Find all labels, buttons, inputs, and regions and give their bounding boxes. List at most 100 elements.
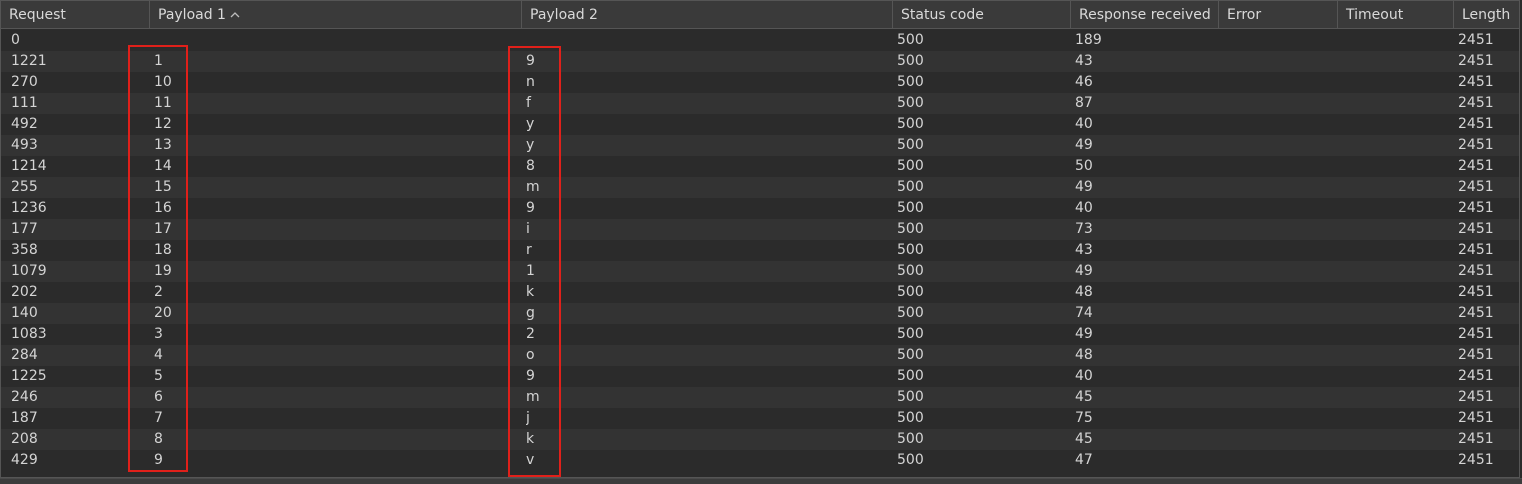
table-row[interactable]: 1214 14 8 500 50 2451 [1, 156, 1519, 177]
cell-length: 2451 [1458, 242, 1494, 258]
cell-status: 500 [897, 284, 924, 300]
cell-length: 2451 [1458, 179, 1494, 195]
table-row[interactable]: 284 4 o 500 48 2451 [1, 345, 1519, 366]
cell-error [1223, 303, 1333, 324]
cell-payload2: n [526, 74, 535, 90]
cell-request: 0 [11, 32, 20, 48]
cell-timeout [1342, 72, 1447, 93]
cell-error [1223, 450, 1333, 471]
cell-payload2: k [526, 284, 535, 300]
column-header-label: Length [1462, 7, 1511, 23]
cell-payload2: m [526, 389, 540, 405]
table-row[interactable]: 1236 16 9 500 40 2451 [1, 198, 1519, 219]
cell-timeout [1342, 135, 1447, 156]
table-row[interactable]: 429 9 v 500 47 2451 [1, 450, 1519, 471]
cell-request: 358 [11, 242, 38, 258]
table-row[interactable]: 1225 5 9 500 40 2451 [1, 366, 1519, 387]
cell-payload1: 3 [154, 326, 163, 342]
cell-payload2 [526, 30, 886, 51]
column-header-request[interactable]: Request [1, 1, 150, 28]
cell-error [1223, 177, 1333, 198]
cell-response: 47 [1075, 452, 1093, 468]
cell-status: 500 [897, 221, 924, 237]
cell-status: 500 [897, 137, 924, 153]
cell-error [1223, 72, 1333, 93]
cell-response: 49 [1075, 179, 1093, 195]
cell-length: 2451 [1458, 158, 1494, 174]
cell-timeout [1342, 387, 1447, 408]
cell-status: 500 [897, 158, 924, 174]
cell-request: 284 [11, 347, 38, 363]
cell-request: 1083 [11, 326, 47, 342]
table-row[interactable]: 177 17 i 500 73 2451 [1, 219, 1519, 240]
cell-status: 500 [897, 305, 924, 321]
cell-length: 2451 [1458, 95, 1494, 111]
cell-status: 500 [897, 32, 924, 48]
table-row[interactable]: 208 8 k 500 45 2451 [1, 429, 1519, 450]
cell-response: 75 [1075, 410, 1093, 426]
table-row[interactable]: 1221 1 9 500 43 2451 [1, 51, 1519, 72]
cell-payload2: k [526, 431, 535, 447]
table-row[interactable]: 246 6 m 500 45 2451 [1, 387, 1519, 408]
cell-status: 500 [897, 326, 924, 342]
cell-payload1: 17 [154, 221, 172, 237]
cell-status: 500 [897, 347, 924, 363]
cell-status: 500 [897, 410, 924, 426]
cell-error [1223, 240, 1333, 261]
cell-payload2: m [526, 179, 540, 195]
table-row[interactable]: 492 12 y 500 40 2451 [1, 114, 1519, 135]
table-row[interactable]: 0 500 189 2451 [1, 30, 1519, 51]
intruder-results-table: Request Payload 1 Payload 2 Status code … [0, 0, 1520, 478]
cell-error [1223, 282, 1333, 303]
table-row[interactable]: 202 2 k 500 48 2451 [1, 282, 1519, 303]
cell-length: 2451 [1458, 263, 1494, 279]
column-header-error[interactable]: Error [1219, 1, 1338, 28]
table-row[interactable]: 187 7 j 500 75 2451 [1, 408, 1519, 429]
column-header-payload-1[interactable]: Payload 1 [150, 1, 522, 28]
cell-timeout [1342, 282, 1447, 303]
table-row[interactable]: 493 13 y 500 49 2451 [1, 135, 1519, 156]
cell-timeout [1342, 240, 1447, 261]
cell-payload2: y [526, 137, 535, 153]
column-header-label: Status code [901, 7, 984, 23]
cell-response: 49 [1075, 137, 1093, 153]
table-row[interactable]: 111 11 f 500 87 2451 [1, 93, 1519, 114]
column-header-timeout[interactable]: Timeout [1338, 1, 1454, 28]
cell-length: 2451 [1458, 347, 1494, 363]
table-row[interactable]: 1079 19 1 500 49 2451 [1, 261, 1519, 282]
cell-error [1223, 219, 1333, 240]
cell-payload2: v [526, 452, 535, 468]
cell-status: 500 [897, 116, 924, 132]
table-row[interactable]: 1083 3 2 500 49 2451 [1, 324, 1519, 345]
cell-payload2: 2 [526, 326, 535, 342]
cell-payload1: 5 [154, 368, 163, 384]
table-row[interactable]: 358 18 r 500 43 2451 [1, 240, 1519, 261]
cell-status: 500 [897, 431, 924, 447]
cell-timeout [1342, 156, 1447, 177]
cell-response: 40 [1075, 200, 1093, 216]
cell-response: 49 [1075, 326, 1093, 342]
column-header-payload-2[interactable]: Payload 2 [522, 1, 893, 28]
cell-payload2: 9 [526, 368, 535, 384]
cell-response: 45 [1075, 431, 1093, 447]
table-row[interactable]: 140 20 g 500 74 2451 [1, 303, 1519, 324]
column-header-label: Payload 1 [158, 7, 226, 23]
cell-timeout [1342, 198, 1447, 219]
cell-response: 73 [1075, 221, 1093, 237]
cell-payload1: 8 [154, 431, 163, 447]
cell-request: 493 [11, 137, 38, 153]
cell-payload1: 18 [154, 242, 172, 258]
cell-request: 140 [11, 305, 38, 321]
column-header-status-code[interactable]: Status code [893, 1, 1071, 28]
column-header-response-received[interactable]: Response received [1071, 1, 1219, 28]
column-header-label: Timeout [1346, 7, 1404, 23]
table-row[interactable]: 255 15 m 500 49 2451 [1, 177, 1519, 198]
cell-length: 2451 [1458, 305, 1494, 321]
chevron-up-icon [230, 2, 240, 28]
column-header-length[interactable]: Length [1454, 1, 1519, 28]
cell-length: 2451 [1458, 116, 1494, 132]
cell-timeout [1342, 366, 1447, 387]
table-row[interactable]: 270 10 n 500 46 2451 [1, 72, 1519, 93]
cell-response: 48 [1075, 284, 1093, 300]
cell-payload1: 13 [154, 137, 172, 153]
